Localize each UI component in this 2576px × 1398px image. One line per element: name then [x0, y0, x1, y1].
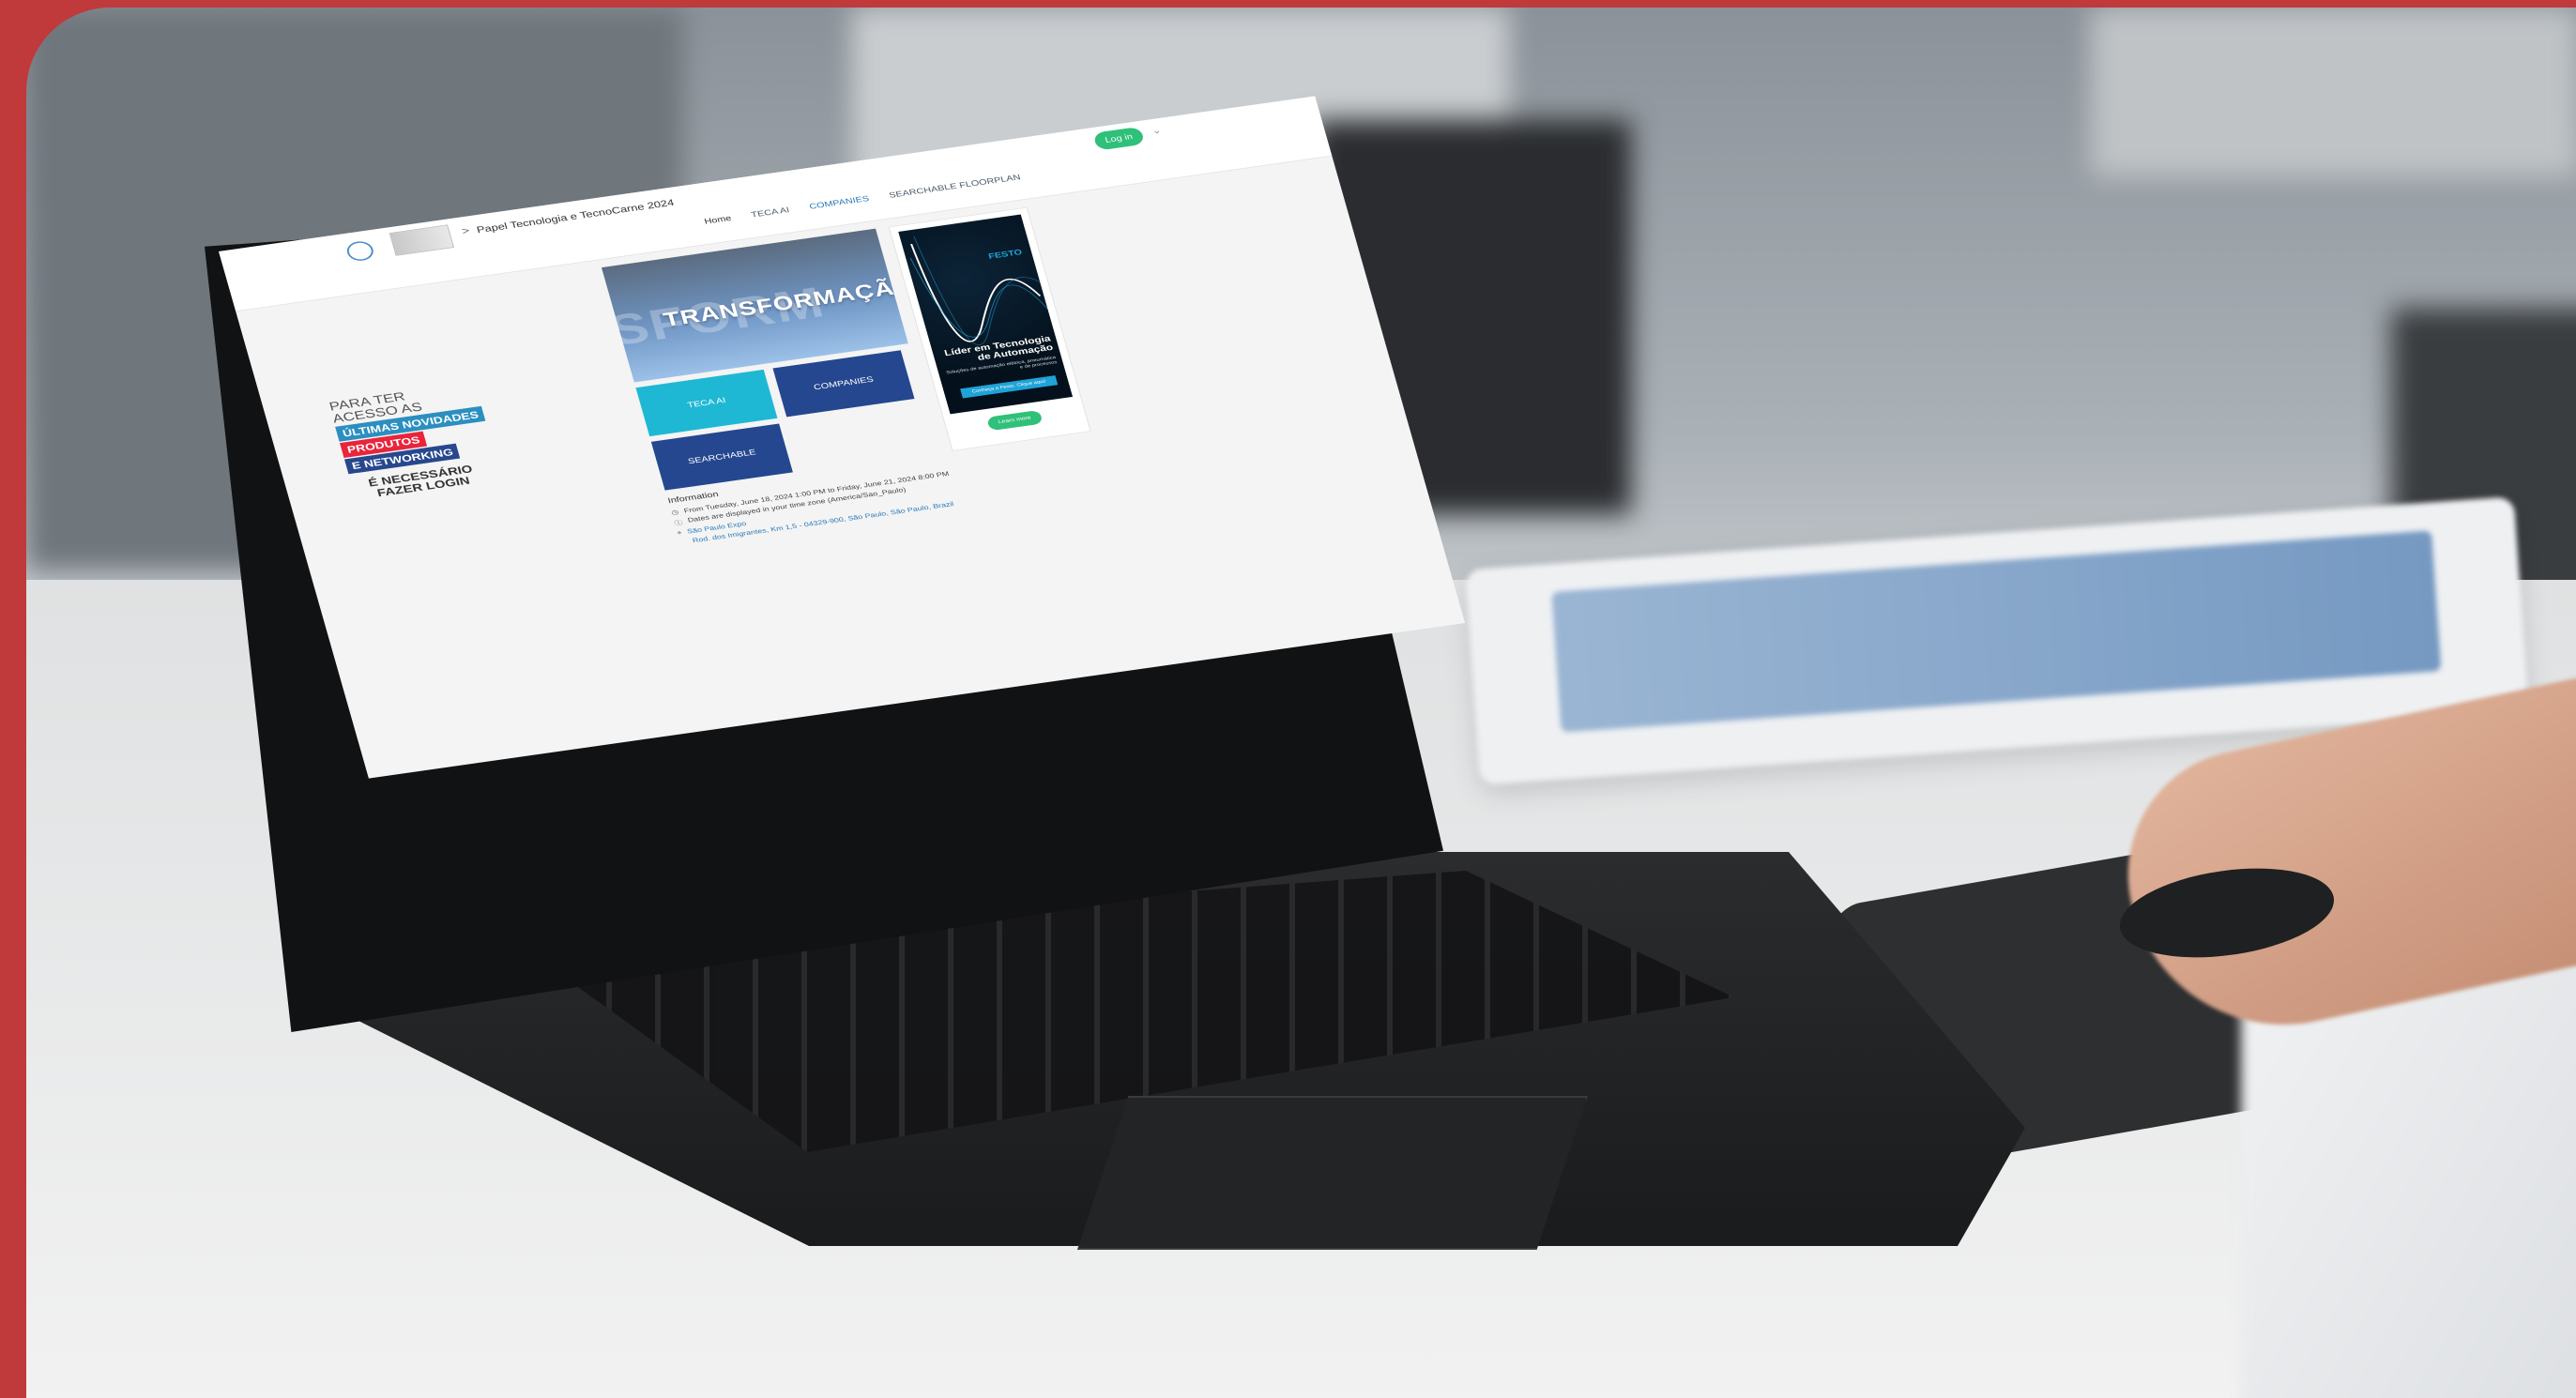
tile-companies[interactable]: COMPANIES: [772, 350, 915, 418]
laptop-touchpad: [1077, 1096, 1588, 1250]
chevron-down-icon[interactable]: ⌄: [1151, 125, 1163, 135]
login-promo-banner: PARA TER ACESSO AS ÚLTIMAS NOVIDADES PRO…: [328, 375, 539, 503]
site-logo-icon[interactable]: [344, 239, 376, 263]
info-icon: ⓘ: [673, 519, 684, 527]
event-logo[interactable]: [389, 224, 455, 256]
clock-icon: ◷: [670, 508, 680, 517]
office-photo: > Papel Tecnologia e TecnoCarne 2024 Hom…: [26, 8, 2576, 1398]
chevron-right-icon: >: [460, 224, 471, 237]
sponsor-ad: FESTO Líder em Tecnologia de Automação S…: [888, 206, 1091, 451]
red-frame: > Papel Tecnologia e TecnoCarne 2024 Hom…: [0, 0, 2576, 1398]
nav-floorplan[interactable]: SEARCHABLE FLOORPLAN: [888, 174, 1021, 200]
tablet-screen: [1551, 530, 2442, 733]
login-button[interactable]: Log in: [1092, 126, 1146, 151]
learn-more-button[interactable]: Learn more: [986, 409, 1044, 432]
ad-creative[interactable]: FESTO Líder em Tecnologia de Automação S…: [898, 214, 1074, 415]
location-pin-icon: ⌖: [676, 528, 683, 537]
background-monitor: [2091, 8, 2576, 176]
tile-floorplan[interactable]: SEARCHABLE FLOORPLAN: [650, 423, 793, 514]
nav-home[interactable]: Home: [703, 214, 732, 226]
nav-companies[interactable]: COMPANIES: [808, 194, 870, 211]
nav-teca-ai[interactable]: TECA AI: [750, 205, 790, 219]
